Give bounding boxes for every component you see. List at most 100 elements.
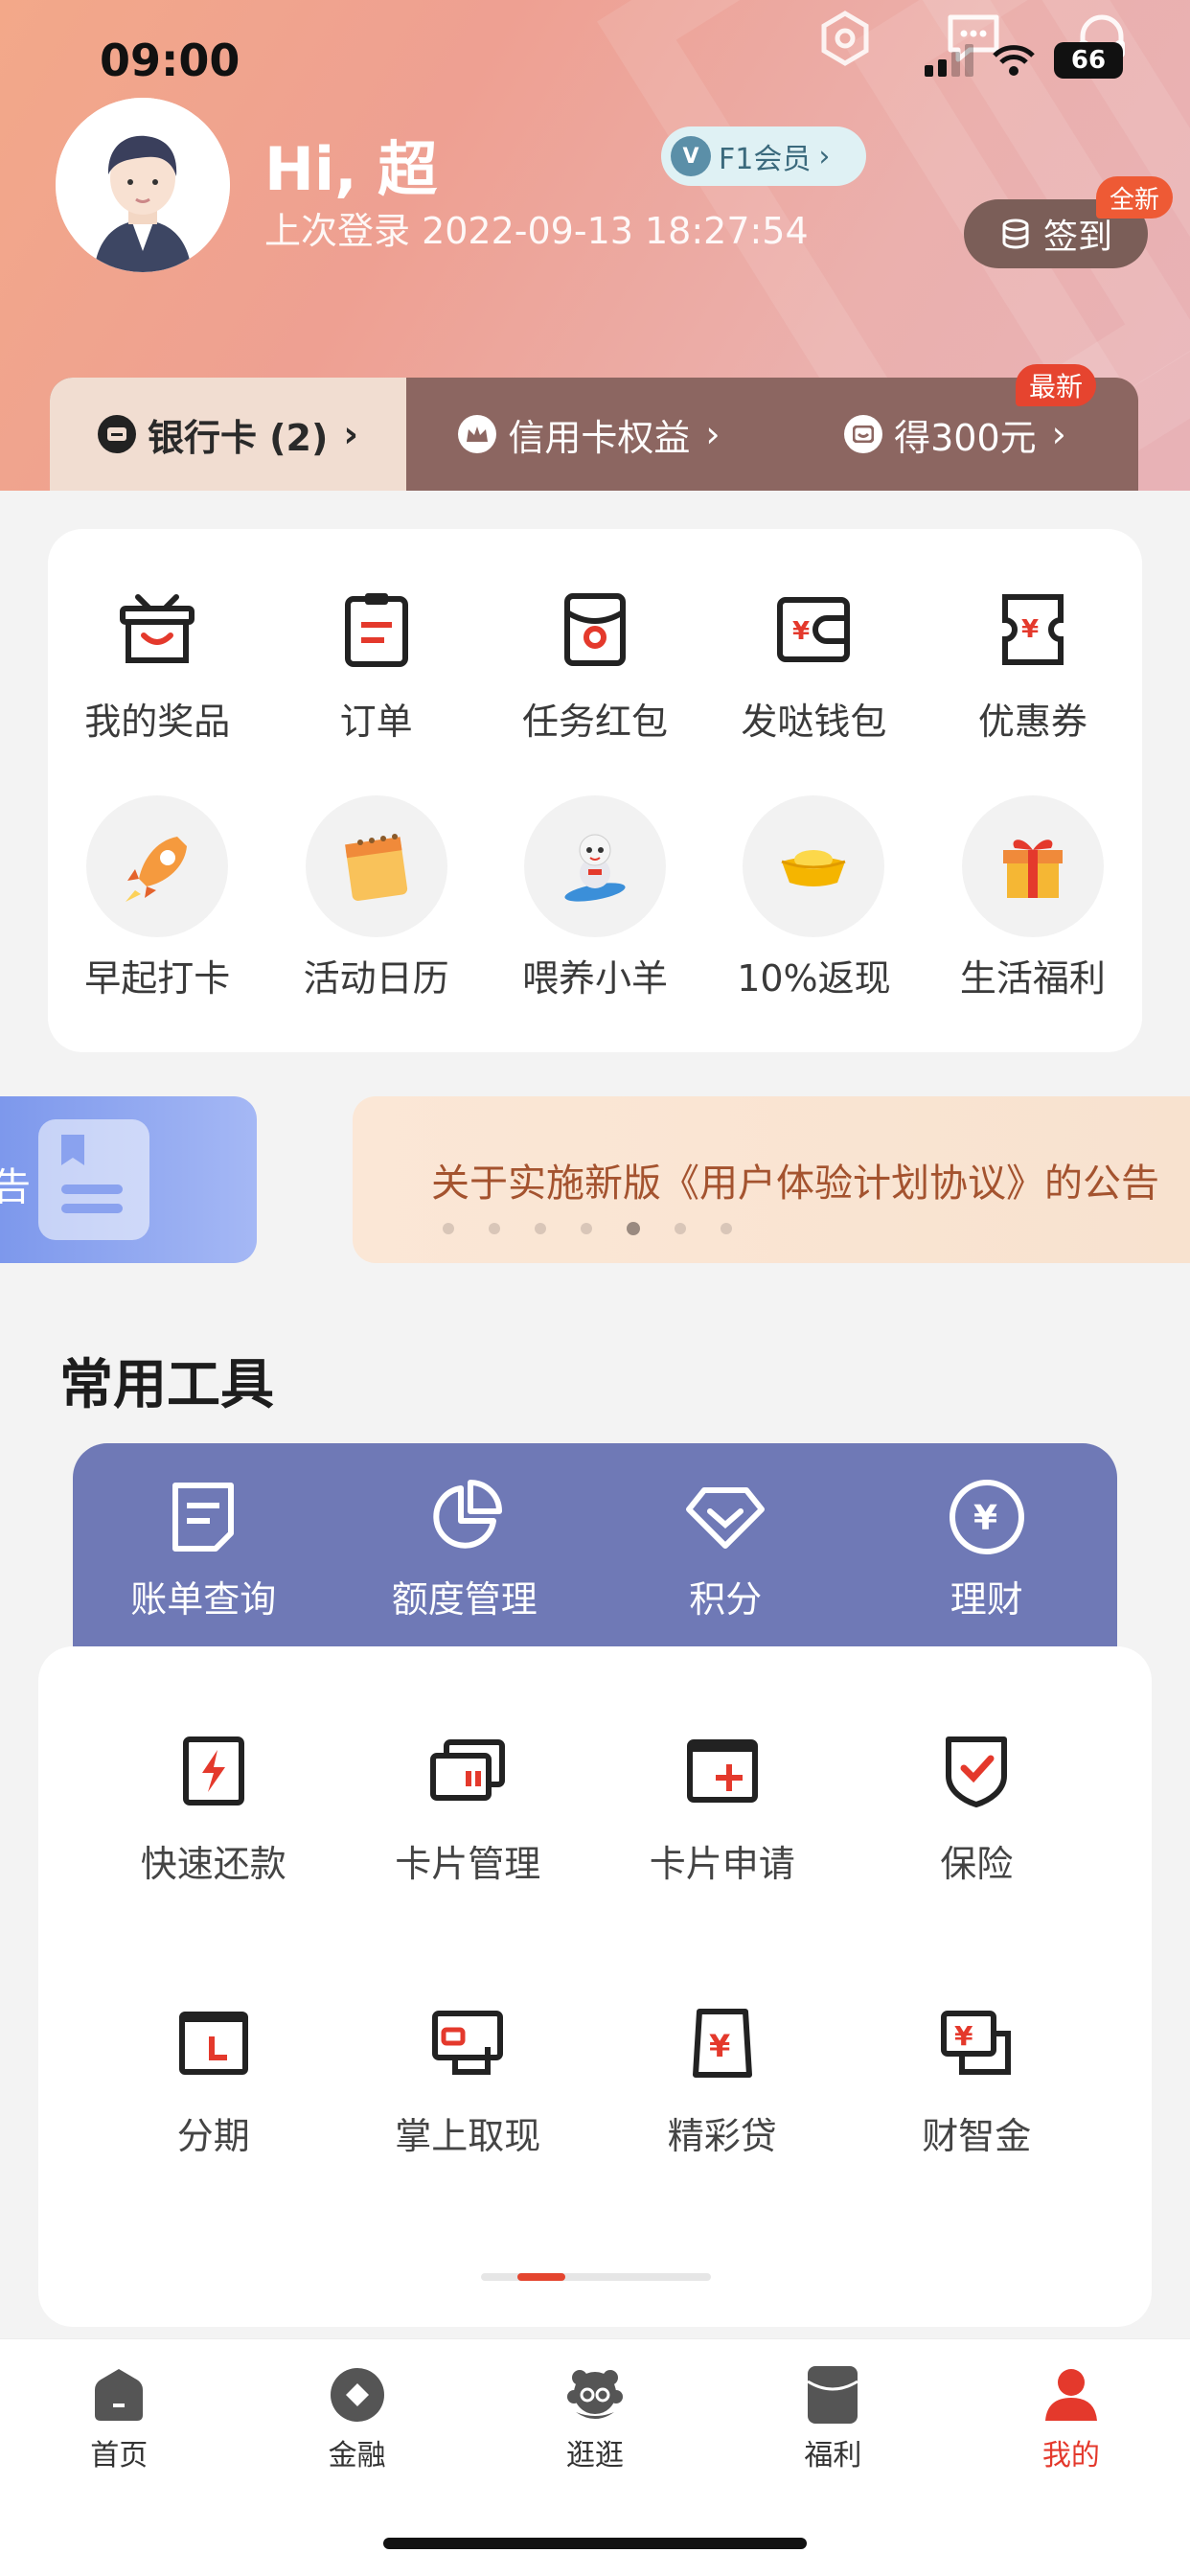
status-icons: 66: [925, 42, 1123, 79]
tab-label: 我的: [1041, 2439, 1100, 2472]
banner-prev-slide[interactable]: 告: [0, 1096, 257, 1263]
quick-item-feed-sheep[interactable]: 喂养小羊: [486, 795, 704, 1001]
tool-wealth[interactable]: ¥ 理财: [857, 1476, 1118, 1664]
red-envelope-icon: [552, 586, 638, 673]
quick-item-label: 早起打卡: [84, 957, 231, 1000]
tool-bill-inquiry[interactable]: 账单查询: [73, 1476, 334, 1664]
latest-badge: 最新: [1015, 364, 1096, 406]
signal-icon: [925, 44, 973, 77]
member-level-button[interactable]: V F1会员 ›: [661, 126, 866, 186]
tool-credit-limit[interactable]: 额度管理: [334, 1476, 596, 1664]
quick-item-my-prizes[interactable]: 我的奖品: [48, 586, 266, 745]
quick-item-label: 生活福利: [959, 957, 1106, 1000]
tab-get-300-label: 得300元: [894, 416, 1037, 459]
loan-icon: ¥: [682, 2003, 763, 2083]
tab-credit-card-benefits[interactable]: 信用卡权益 ›: [406, 378, 772, 491]
wallet-icon: ¥: [770, 586, 857, 673]
banner-prev-partial-text: 告: [0, 1165, 31, 1209]
svg-text:¥: ¥: [792, 617, 810, 646]
gold-ingot-icon: [743, 795, 885, 937]
svg-text:¥: ¥: [709, 2028, 730, 2064]
tab-bank-card[interactable]: 银行卡 (2) ›: [50, 378, 406, 491]
yen-circle-icon: ¥: [946, 1476, 1028, 1558]
quick-item-label: 任务红包: [522, 701, 669, 743]
lightning-icon: [173, 1731, 254, 1811]
tool-label: 快速还款: [140, 1843, 286, 1885]
rocket-icon: [86, 795, 229, 937]
gift-box-icon: [961, 795, 1104, 937]
quick-item-activity-calendar[interactable]: 活动日历: [266, 795, 485, 1001]
quick-item-life-benefits[interactable]: 生活福利: [924, 795, 1142, 1001]
tool-insurance[interactable]: 保险: [850, 1731, 1105, 1887]
carousel-dot: [535, 1223, 546, 1234]
card-add-icon: [682, 1731, 763, 1811]
checkin-new-badge: 全新: [1096, 176, 1174, 218]
tool-loan[interactable]: ¥ 精彩贷: [595, 2003, 850, 2159]
quick-item-fada-wallet[interactable]: ¥ 发哒钱包: [704, 586, 923, 745]
tools-scroll-thumb: [517, 2273, 565, 2281]
quick-item-label: 发哒钱包: [741, 701, 887, 743]
tools-row: 分期 掌上取现 ¥ 精彩贷 ¥ 财智金: [38, 2003, 1152, 2159]
browse-icon: [564, 2364, 626, 2426]
tool-cash-withdrawal[interactable]: 掌上取现: [341, 2003, 596, 2159]
tool-label: 卡片管理: [395, 1843, 541, 1885]
sheep-icon: [524, 795, 667, 937]
tab-bank-card-label: 银行卡 (2): [147, 416, 329, 459]
crown-icon: [458, 415, 497, 453]
carousel-dot: [675, 1223, 686, 1234]
tab-label: 首页: [90, 2439, 149, 2472]
last-login-time: 上次登录 2022-09-13 18:27:54: [264, 210, 809, 252]
tab-credit-card-benefits-label: 信用卡权益: [508, 416, 691, 459]
quick-item-early-checkin[interactable]: 早起打卡: [48, 795, 266, 1001]
profile-icon: [1041, 2364, 1102, 2426]
tool-label: 额度管理: [391, 1578, 538, 1621]
tab-home[interactable]: 首页: [0, 2339, 238, 2576]
quick-item-label: 优惠券: [977, 701, 1087, 743]
quick-item-orders[interactable]: 订单: [266, 586, 485, 745]
shield-check-icon: [936, 1731, 1017, 1811]
quick-item-label: 喂养小羊: [522, 957, 669, 1000]
chevron-right-icon: ›: [818, 139, 831, 173]
tool-installment[interactable]: 分期: [86, 2003, 341, 2159]
quick-item-coupons[interactable]: ¥ 优惠券: [924, 586, 1142, 745]
tool-label: 理财: [950, 1578, 1023, 1621]
document-icon: [38, 1119, 149, 1240]
announcement-banner[interactable]: 关于实施新版《用户体验计划协议》的公告: [353, 1096, 1190, 1263]
tool-label: 分期: [176, 2115, 250, 2157]
money-icon: ¥: [936, 2003, 1017, 2083]
home-indicator: [383, 2538, 807, 2549]
carousel-dot: [443, 1223, 454, 1234]
tab-label: 福利: [804, 2439, 862, 2472]
finance-icon: [327, 2364, 388, 2426]
card-tabs: 银行卡 (2) › 信用卡权益 › 得300元 › 最新: [50, 364, 1138, 491]
tab-label: 金融: [328, 2439, 386, 2472]
tool-quick-repay[interactable]: 快速还款: [86, 1731, 341, 1887]
section-title-tools: 常用工具: [59, 1354, 274, 1416]
svg-text:¥: ¥: [954, 2020, 973, 2052]
quick-item-cashback[interactable]: 10%返现: [704, 795, 923, 1001]
quick-item-label: 10%返现: [737, 957, 891, 1000]
clipboard-icon: [333, 586, 420, 673]
tool-label: 精彩贷: [667, 2115, 777, 2157]
battery-indicator: 66: [1054, 42, 1123, 79]
quick-row-activities: 早起打卡 活动日历 喂养小羊 10%返现 生活福利: [48, 795, 1142, 1001]
cards-icon: [427, 1731, 508, 1811]
cash-icon: [427, 2003, 508, 2083]
wallet-small-icon: [844, 415, 883, 453]
settings-icon[interactable]: [814, 8, 876, 69]
status-time: 09:00: [100, 34, 240, 86]
tools-grid-panel: 快速还款 卡片管理 卡片申请 保险 分期 掌上取现 ¥ 精彩贷 ¥ 财智金: [38, 1646, 1152, 2327]
tool-card-management[interactable]: 卡片管理: [341, 1731, 596, 1887]
tab-get-300[interactable]: 得300元 › 最新: [772, 364, 1138, 491]
avatar[interactable]: [56, 98, 230, 272]
tool-wealth-gold[interactable]: ¥ 财智金: [850, 2003, 1105, 2159]
tool-label: 掌上取现: [395, 2115, 541, 2157]
bill-icon: [162, 1476, 244, 1558]
carousel-dot: [581, 1223, 592, 1234]
tool-points[interactable]: 积分: [595, 1476, 857, 1664]
gift-basket-icon: [114, 586, 200, 673]
quick-item-task-red-envelope[interactable]: 任务红包: [486, 586, 704, 745]
tool-label: 卡片申请: [649, 1843, 795, 1885]
tab-profile[interactable]: 我的: [952, 2339, 1190, 2576]
tool-card-application[interactable]: 卡片申请: [595, 1731, 850, 1887]
